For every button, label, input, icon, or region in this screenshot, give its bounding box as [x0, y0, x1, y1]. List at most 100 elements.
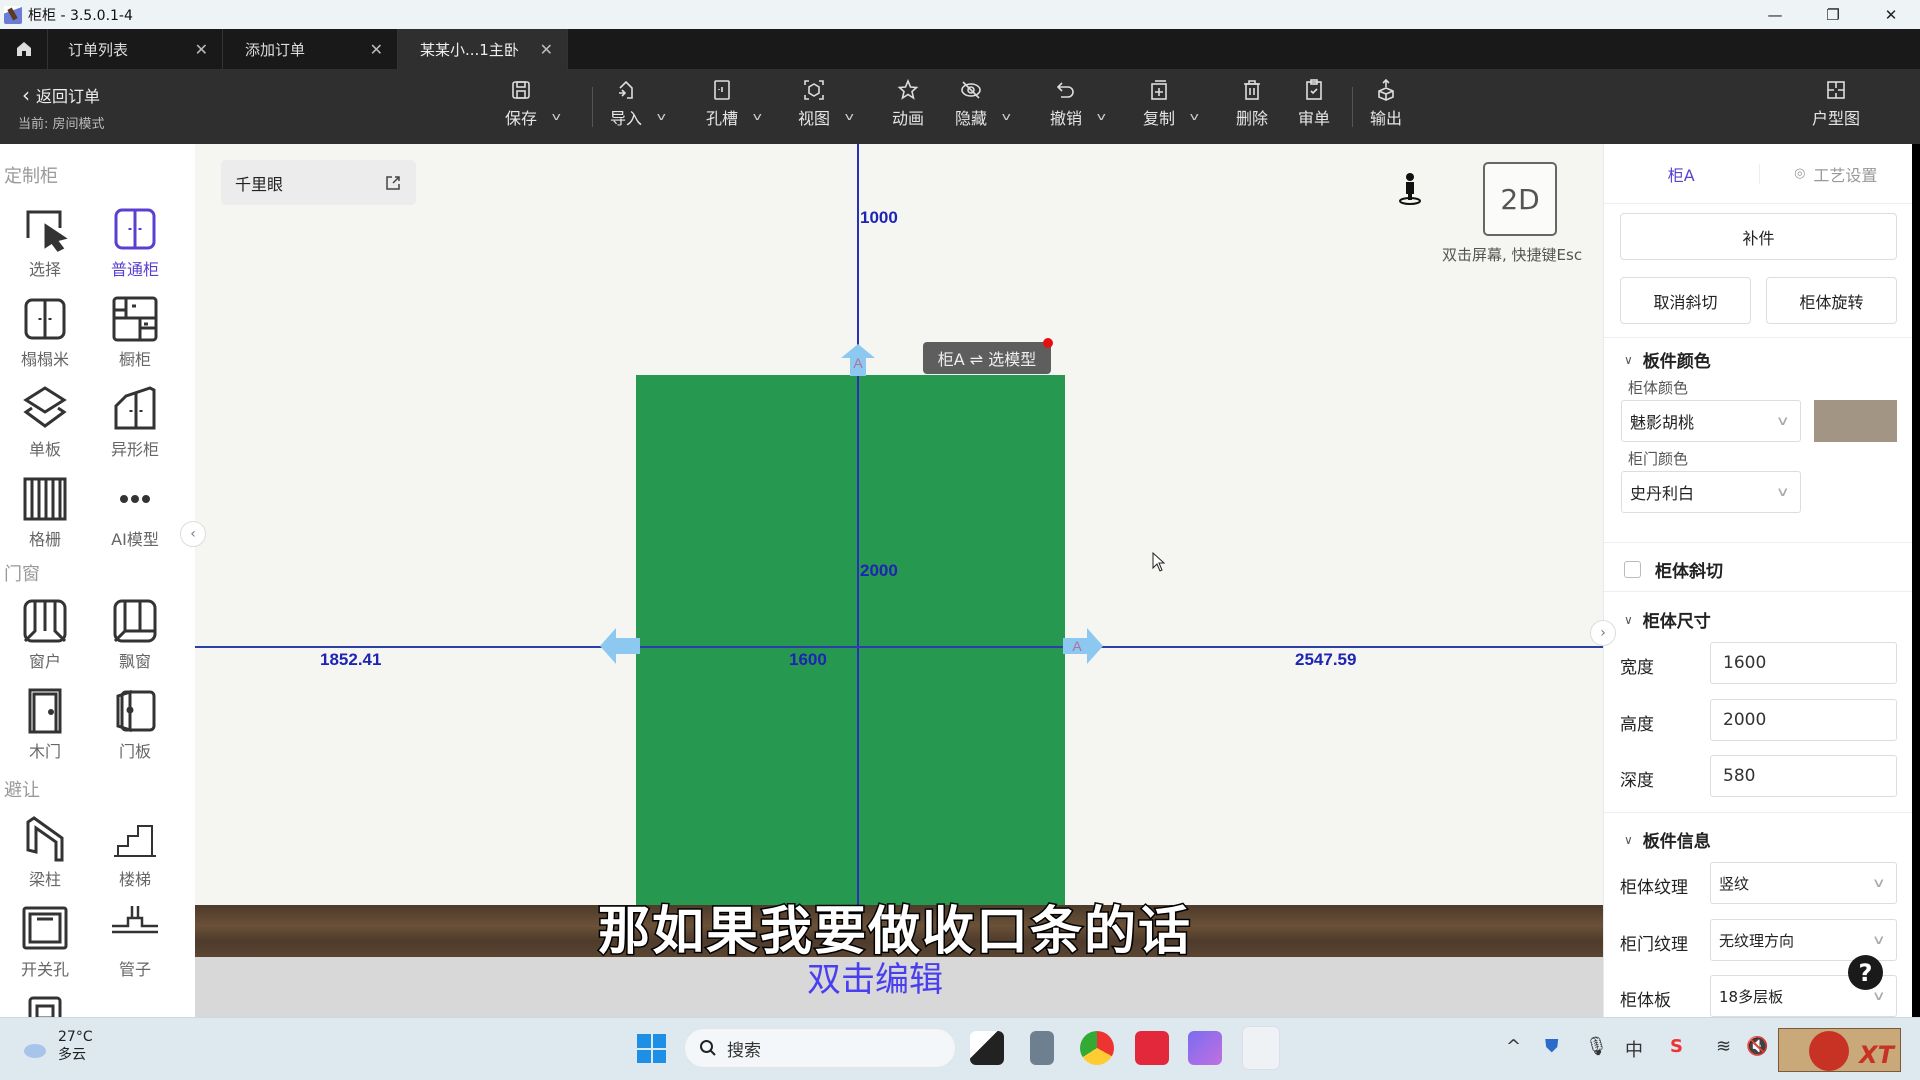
- tool-stairs[interactable]: 楼梯: [95, 814, 175, 890]
- cancel-bevel-button[interactable]: 取消斜切: [1620, 277, 1751, 324]
- tool-kitchen-cabinet[interactable]: 橱柜: [95, 294, 175, 370]
- undo-button[interactable]: 撤销 v: [1050, 79, 1105, 129]
- minimap-panel[interactable]: 千里眼: [221, 160, 416, 205]
- view-button[interactable]: 视图 v: [798, 79, 853, 129]
- close-window-button[interactable]: ✕: [1862, 0, 1920, 29]
- tray-expand-icon[interactable]: ^: [1506, 1036, 1521, 1057]
- toggle-2d-button[interactable]: 2D: [1483, 162, 1557, 236]
- rotate-cabinet-button[interactable]: 柜体旋转: [1766, 277, 1897, 324]
- calculator-icon[interactable]: [1030, 1031, 1054, 1065]
- chevron-down-icon[interactable]: v: [1001, 110, 1010, 123]
- export-button[interactable]: 输出: [1370, 78, 1402, 129]
- design-canvas[interactable]: 千里眼 1000 2000 1852.41 1600 2547.59 A A 柜…: [195, 144, 1603, 1017]
- door-color-select[interactable]: 史丹利白 ∨: [1621, 471, 1801, 513]
- depth-input[interactable]: 580: [1710, 755, 1897, 797]
- width-input[interactable]: 1600: [1710, 642, 1897, 684]
- tool-pipe[interactable]: 管子: [95, 904, 175, 980]
- body-color-swatch[interactable]: [1814, 400, 1897, 442]
- chevron-down-icon[interactable]: v: [656, 110, 665, 123]
- delete-button[interactable]: 删除: [1236, 79, 1268, 129]
- tab-order-list[interactable]: 订单列表 ✕: [48, 29, 223, 69]
- dim-left-label[interactable]: 1852.41: [320, 650, 381, 670]
- chrome-icon[interactable]: [1080, 1031, 1114, 1065]
- tool-door-panel[interactable]: 门板: [95, 686, 175, 762]
- close-tab-icon[interactable]: ✕: [370, 40, 383, 59]
- panel-color-section-toggle[interactable]: ∨ 板件颜色: [1624, 347, 1711, 372]
- body-texture-select[interactable]: 竖纹 ∨: [1710, 862, 1897, 904]
- tab-add-order[interactable]: 添加订单 ✕: [223, 29, 398, 69]
- animation-button[interactable]: 动画: [892, 78, 924, 129]
- move-up-arrow-icon[interactable]: A: [841, 344, 875, 376]
- ai-app-icon[interactable]: [1188, 1031, 1222, 1065]
- body-color-select[interactable]: 魅影胡桃 ∨: [1621, 400, 1801, 442]
- close-tab-icon[interactable]: ✕: [540, 40, 553, 59]
- dim-height-label[interactable]: 2000: [860, 561, 898, 581]
- cabinet-a-model[interactable]: [636, 375, 1065, 905]
- tool-switch-hole[interactable]: 开关孔: [5, 904, 85, 980]
- person-view-icon[interactable]: [1395, 172, 1425, 206]
- dim-width-label[interactable]: 1600: [789, 650, 827, 670]
- weather-widget[interactable]: 27°C 多云: [20, 1028, 93, 1064]
- tool-wood-door[interactable]: 木门: [5, 686, 85, 762]
- collapse-right-panel-button[interactable]: ›: [1590, 620, 1616, 646]
- tool-bay-window[interactable]: 飘窗: [95, 596, 175, 672]
- tab-craft-settings[interactable]: ◎ 工艺设置: [1760, 162, 1913, 186]
- height-input[interactable]: 2000: [1710, 699, 1897, 741]
- wifi-icon[interactable]: ≋: [1716, 1036, 1731, 1057]
- tool-beam[interactable]: 梁柱: [5, 814, 85, 890]
- move-right-arrow-icon[interactable]: A: [1063, 628, 1103, 664]
- chevron-down-icon[interactable]: v: [1096, 110, 1105, 123]
- hide-button[interactable]: 隐藏 v: [955, 79, 1010, 129]
- external-link-icon[interactable]: [384, 174, 402, 192]
- board-info-section-toggle[interactable]: ∨ 板件信息: [1624, 827, 1711, 852]
- minimize-button[interactable]: —: [1746, 0, 1804, 29]
- chevron-down-icon: ∨: [1872, 932, 1887, 948]
- cabinet-tag-switch-model[interactable]: 柜A ⇌ 选模型: [923, 338, 1053, 374]
- tool-select[interactable]: 选择: [5, 204, 85, 280]
- chevron-down-icon[interactable]: v: [1189, 110, 1198, 123]
- file-explorer-icon[interactable]: [970, 1031, 1004, 1065]
- size-section-toggle[interactable]: ∨ 柜体尺寸: [1624, 607, 1711, 632]
- help-button[interactable]: ?: [1848, 955, 1883, 990]
- dim-right-label[interactable]: 2547.59: [1295, 650, 1356, 670]
- bevel-checkbox[interactable]: [1624, 561, 1641, 578]
- tool-cabinet[interactable]: 普通柜: [95, 204, 175, 280]
- chevron-down-icon[interactable]: v: [551, 110, 560, 123]
- tool-shaped-cabinet[interactable]: 异形柜: [95, 384, 175, 460]
- chevron-down-icon[interactable]: v: [844, 110, 853, 123]
- home-tab[interactable]: [0, 29, 48, 69]
- import-button[interactable]: 导入 v: [610, 79, 665, 129]
- mic-icon[interactable]: 🎙: [1585, 1036, 1608, 1057]
- copy-button[interactable]: 复制 v: [1143, 79, 1198, 129]
- mute-icon[interactable]: 🔇: [1746, 1036, 1768, 1057]
- chevron-down-icon[interactable]: v: [752, 110, 761, 123]
- video-app-icon[interactable]: [1135, 1031, 1169, 1065]
- dim-top-label[interactable]: 1000: [860, 208, 898, 228]
- bevel-checkbox-row[interactable]: 柜体斜切: [1624, 557, 1723, 582]
- tool-grille[interactable]: 格栅: [5, 474, 85, 550]
- save-button[interactable]: 保存 v: [505, 79, 560, 129]
- divider: [1604, 591, 1912, 592]
- add-parts-button[interactable]: 补件: [1620, 213, 1897, 260]
- tool-window[interactable]: 窗户: [5, 596, 85, 672]
- review-button[interactable]: 审单: [1298, 79, 1330, 129]
- tool-ai-model[interactable]: AI模型: [95, 474, 175, 550]
- move-left-arrow-icon[interactable]: [600, 628, 640, 664]
- tool-tatami[interactable]: 榻榻米: [5, 294, 85, 370]
- close-tab-icon[interactable]: ✕: [195, 40, 208, 59]
- taskbar-search[interactable]: 搜索: [684, 1028, 956, 1068]
- tool-single-board[interactable]: 单板: [5, 384, 85, 460]
- ime-icon[interactable]: 中: [1625, 1036, 1643, 1062]
- sogou-icon[interactable]: S: [1670, 1036, 1683, 1057]
- back-to-order-button[interactable]: ‹ 返回订单: [22, 83, 100, 107]
- tab-cabinet-a[interactable]: 柜A: [1604, 162, 1759, 186]
- collapse-left-panel-button[interactable]: ‹: [180, 521, 206, 547]
- security-icon[interactable]: ⛊: [1545, 1036, 1559, 1057]
- guigui-app-icon[interactable]: [1242, 1026, 1280, 1070]
- tab-room-bedroom[interactable]: 某某小...1主卧 ✕: [398, 29, 568, 69]
- slot-button[interactable]: 孔槽 v: [706, 79, 761, 129]
- floorplan-button[interactable]: 户型图: [1812, 79, 1860, 129]
- start-button[interactable]: [637, 1034, 666, 1063]
- tool-more-avoid[interactable]: [5, 994, 85, 1017]
- restore-button[interactable]: ❐: [1804, 0, 1862, 29]
